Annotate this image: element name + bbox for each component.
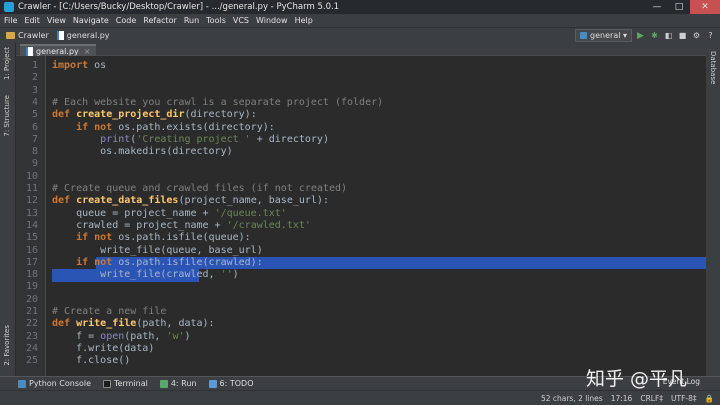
menu-code[interactable]: Code — [116, 16, 136, 25]
code-line: 19 — [25, 281, 38, 293]
code-line: 18 write_file(crawled, '') — [25, 269, 239, 281]
python-icon — [580, 32, 588, 39]
menu-view[interactable]: View — [47, 16, 66, 25]
minimize-button[interactable]: — — [646, 0, 668, 14]
tool-run[interactable]: 4: Run — [159, 379, 197, 388]
code-line: 5 def create_project_dir(directory): — [31, 109, 257, 121]
code-line: 21 # Create a new file — [25, 306, 167, 317]
pycharm-icon — [4, 2, 14, 12]
tool-tab-project[interactable]: 1: Project — [3, 47, 11, 80]
close-tab-icon[interactable]: × — [84, 47, 91, 56]
window-title: Crawler - [C:/Users/Bucky/Desktop/Crawle… — [18, 2, 340, 12]
code-line: 12 def create_data_files(project_name, ba… — [25, 195, 329, 207]
title-bar: Crawler - [C:/Users/Bucky/Desktop/Crawle… — [0, 0, 720, 14]
right-tool-strip: Database — [706, 43, 720, 376]
menu-navigate[interactable]: Navigate — [73, 16, 109, 25]
code-line: 4 # Each website you crawl is a separate … — [31, 96, 384, 108]
run-config-label: general ▾ — [590, 31, 627, 40]
lock-icon[interactable]: 🔒 — [705, 394, 714, 403]
code-editor[interactable]: 1 import os 2 3 4 # Each website you crawl… — [16, 56, 706, 376]
maximize-button[interactable]: □ — [668, 0, 690, 14]
stop-icon[interactable]: ■ — [677, 30, 688, 41]
status-encoding[interactable]: UTF-8‡ — [671, 394, 697, 403]
status-caret-position[interactable]: 17:16 — [611, 394, 633, 403]
tool-tab-favorites[interactable]: 2: Favorites — [3, 325, 11, 366]
breadcrumb-project[interactable]: Crawler — [6, 31, 49, 40]
code-line: 15 if not os.path.isfile(queue): — [25, 232, 251, 244]
breadcrumb-file-label: general.py — [66, 31, 110, 40]
menu-window[interactable]: Window — [256, 16, 288, 25]
code-line: 10 — [25, 170, 38, 182]
tool-python-console[interactable]: Python Console — [18, 379, 91, 388]
run-configuration-select[interactable]: general ▾ — [575, 29, 632, 42]
editor-tab-bar: general.py × — [16, 43, 706, 56]
coverage-icon[interactable]: ◧ — [663, 30, 674, 41]
python-file-icon — [56, 31, 64, 40]
todo-label: 6: TODO — [219, 379, 254, 388]
menu-edit[interactable]: Edit — [24, 16, 40, 25]
terminal-icon — [103, 379, 112, 388]
code-line: 20 — [25, 293, 38, 305]
tool-tab-structure[interactable]: 7: Structure — [3, 95, 11, 137]
code-line: 24 f.write(data) — [25, 342, 155, 354]
run-tool-icon — [159, 379, 168, 388]
terminal-label: Terminal — [114, 379, 148, 388]
menu-help[interactable]: Help — [295, 16, 313, 25]
menu-file[interactable]: File — [4, 16, 17, 25]
code-line: 9 — [31, 158, 38, 170]
folder-icon — [6, 32, 15, 39]
code-line: 14 crawled = project_name + '/crawled.tx… — [25, 219, 311, 231]
left-tool-strip: 1: Project 7: Structure 2: Favorites — [0, 43, 16, 376]
code-line: 11 # Create queue and crawled files (if n… — [25, 183, 348, 194]
run-toolbar: general ▾ ▶ ✱ ◧ ■ ⚙ ? — [575, 29, 716, 42]
code-line: 8 os.makedirs(directory) — [31, 146, 233, 158]
python-console-icon — [18, 379, 26, 388]
menu-tools[interactable]: Tools — [206, 16, 226, 25]
code-line: 1 import os — [31, 60, 107, 71]
menu-bar: File Edit View Navigate Code Refactor Ru… — [0, 14, 720, 27]
breadcrumb-project-label: Crawler — [18, 31, 49, 40]
menu-vcs[interactable]: VCS — [233, 16, 249, 25]
status-line-separator[interactable]: CRLF‡ — [640, 394, 663, 403]
code-line: 7 print('Creating project ' + directory) — [31, 133, 329, 145]
editor-tab-general[interactable]: general.py × — [20, 44, 97, 56]
close-button[interactable]: ✕ — [690, 0, 720, 14]
tool-terminal[interactable]: Terminal — [103, 379, 148, 388]
tool-tab-database[interactable]: Database — [709, 51, 717, 84]
debug-icon[interactable]: ✱ — [649, 30, 660, 41]
code-line: 2 — [31, 72, 38, 84]
settings-icon[interactable]: ⚙ — [691, 30, 702, 41]
status-bar: 52 chars, 2 lines 17:16 CRLF‡ UTF-8‡ 🔒 — [0, 390, 720, 405]
navigation-bar: Crawler general.py general ▾ ▶ ✱ ◧ ■ ⚙ ? — [0, 27, 720, 43]
editor-tab-label: general.py — [36, 46, 79, 56]
python-file-icon — [26, 46, 33, 56]
todo-icon — [208, 379, 217, 388]
code-line: 16 write_file(queue, base_url) — [25, 244, 263, 256]
menu-refactor[interactable]: Refactor — [143, 16, 177, 25]
help-icon[interactable]: ? — [705, 30, 716, 41]
watermark: 知乎 @平凡 — [586, 368, 688, 390]
menu-run[interactable]: Run — [184, 16, 199, 25]
run-icon[interactable]: ▶ — [635, 30, 646, 41]
code-line: 13 queue = project_name + '/queue.txt' — [25, 207, 287, 219]
code-line: 17 if not os.path.isfile(crawled): — [25, 256, 263, 268]
window-controls: — □ ✕ — [646, 0, 720, 14]
code-line: 6 if not os.path.exists(directory): — [31, 121, 275, 133]
status-selection: 52 chars, 2 lines — [540, 393, 603, 403]
tool-todo[interactable]: 6: TODO — [208, 379, 254, 388]
code-line: 3 — [31, 84, 38, 96]
breadcrumb-file[interactable]: general.py — [56, 31, 110, 40]
code-line: 23 f = open(path, 'w') — [25, 330, 191, 342]
run-tool-label: 4: Run — [170, 379, 197, 388]
code-line: 22 def write_file(path, data): — [25, 318, 215, 330]
python-console-label: Python Console — [29, 379, 92, 388]
